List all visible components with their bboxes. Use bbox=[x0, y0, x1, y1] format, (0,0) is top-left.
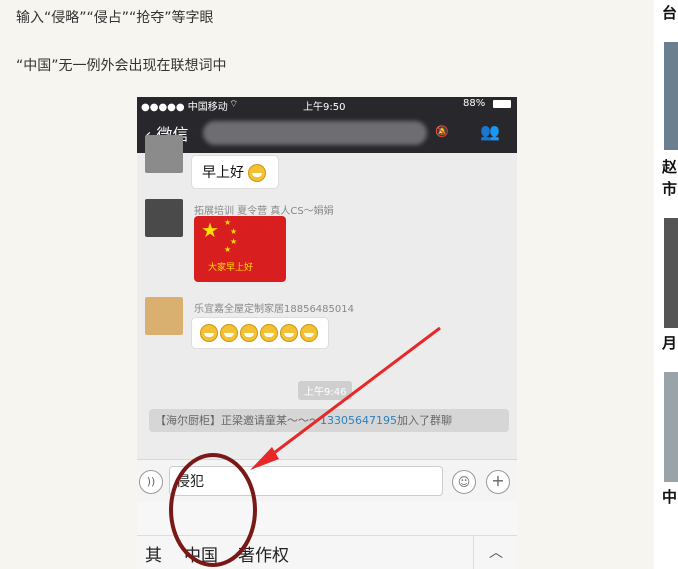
sidebar-thumbnail[interactable] bbox=[664, 372, 678, 482]
article: 输入“侵略”“侵占”“抢夺”等字眼 “中国”无一例外会出现在联想词中 ●●●●●… bbox=[0, 0, 650, 569]
highlight-circle bbox=[169, 453, 257, 567]
sidebar-thumbnail[interactable] bbox=[664, 218, 678, 328]
sidebar-title[interactable]: 月 bbox=[662, 332, 677, 353]
sidebar-thumbnail[interactable] bbox=[664, 42, 678, 150]
sidebar: 台 赵 市 月 中 bbox=[654, 0, 678, 569]
sidebar-title[interactable]: 赵 bbox=[662, 156, 677, 177]
annotation-overlay bbox=[169, 326, 441, 567]
sidebar-title[interactable]: 台 bbox=[662, 2, 677, 23]
red-arrow-head bbox=[250, 447, 279, 470]
sidebar-title[interactable]: 市 bbox=[662, 178, 677, 199]
red-arrow-line bbox=[261, 326, 441, 464]
sidebar-title[interactable]: 中 bbox=[662, 486, 677, 507]
